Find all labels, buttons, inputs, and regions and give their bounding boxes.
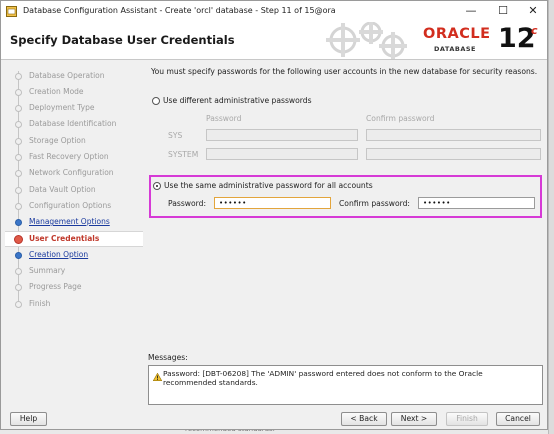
step-status-icon [15,219,22,226]
page-title: Specify Database User Credentials [10,33,235,47]
step-status-icon [15,105,22,112]
system-confirm-field[interactable] [366,148,541,160]
step-status-icon [15,252,22,259]
warning-icon [153,373,162,381]
step-status-icon [15,121,22,128]
step-status-icon [14,235,23,244]
nav-step-creation-mode: Creation Mode [5,84,143,100]
nav-step-label: Summary [29,266,66,275]
version-number: 12 [498,23,536,54]
nav-step-creation-option[interactable]: Creation Option [5,247,143,263]
maximize-button[interactable]: ☐ [489,2,517,20]
dbca-window: Database Configuration Assistant - Creat… [0,0,548,430]
nav-step-summary: Summary [5,263,143,279]
step-status-icon [15,284,22,291]
password-label: Password: [168,199,207,208]
nav-step-label: Storage Option [29,136,86,145]
nav-step-label: Deployment Type [29,103,95,112]
step-status-icon [15,89,22,96]
nav-step-user-credentials[interactable]: User Credentials [5,231,143,247]
messages-box[interactable]: Password: [DBT-06208] The 'ADMIN' passwo… [148,365,543,405]
back-button[interactable]: < Back [341,412,387,426]
step-status-icon [15,268,22,275]
next-button[interactable]: Next > [391,412,437,426]
nav-step-database-operation: Database Operation [5,68,143,84]
nav-step-configuration-options: Configuration Options [5,198,143,214]
nav-step-storage-option: Storage Option [5,133,143,149]
step-status-icon [15,203,22,210]
page-header: Specify Database User Credentials ORACLE… [1,22,547,60]
nav-step-network-configuration: Network Configuration [5,165,143,181]
nav-step-data-vault-option: Data Vault Option [5,182,143,198]
nav-step-label: Network Configuration [29,168,114,177]
step-status-icon [15,73,22,80]
intro-text: You must specify passwords for the follo… [151,67,538,76]
different-passwords-radio[interactable] [152,97,160,105]
nav-step-label: Creation Mode [29,87,84,96]
col-confirm-header: Confirm password [366,114,435,123]
sys-password-field[interactable] [206,129,358,141]
message-text: Password: [DBT-06208] The 'ADMIN' passwo… [163,369,483,387]
nav-step-fast-recovery-option: Fast Recovery Option [5,149,143,165]
system-password-field[interactable] [206,148,358,160]
nav-step-management-options[interactable]: Management Options [5,214,143,230]
oracle-logo: ORACLE [423,26,491,42]
nav-step-finish: Finish [5,296,143,312]
help-button[interactable]: Help [10,412,47,426]
nav-step-label: User Credentials [29,234,100,243]
step-status-icon [15,187,22,194]
nav-step-label: Configuration Options [29,201,112,210]
nav-step-label: Management Options [29,217,110,226]
nav-step-label: Fast Recovery Option [29,152,109,161]
nav-step-label: Finish [29,299,51,308]
step-status-icon [15,138,22,145]
nav-step-label: Database Identification [29,119,117,128]
password-input[interactable]: •••••• [214,197,331,209]
nav-step-label: Creation Option [29,250,89,259]
sys-label: SYS [168,131,183,140]
title-bar[interactable]: Database Configuration Assistant - Creat… [1,1,547,23]
oracle-database-label: DATABASE [434,45,476,53]
same-password-radio[interactable] [153,182,161,190]
nav-step-label: Progress Page [29,282,82,291]
different-passwords-label[interactable]: Use different administrative passwords [163,96,312,105]
gears-graphic-icon [326,22,407,59]
minimize-button[interactable]: — [457,2,485,20]
close-button[interactable]: ✕ [519,2,547,20]
system-label: SYSTEM [168,150,199,159]
step-navigation: Database Operation Creation Mode Deploymen… [5,65,143,385]
nav-step-label: Database Operation [29,71,105,80]
step-status-icon [15,301,22,308]
step-status-icon [15,154,22,161]
finish-button[interactable]: Finish [446,412,488,426]
background-window-edge [548,0,554,434]
nav-step-deployment-type: Deployment Type [5,100,143,116]
nav-step-label: Data Vault Option [29,185,96,194]
nav-step-progress-page: Progress Page [5,279,143,295]
nav-step-database-identification: Database Identification [5,116,143,132]
version-suffix: c [531,24,538,37]
cancel-button[interactable]: Cancel [496,412,540,426]
window-title: Database Configuration Assistant - Creat… [23,6,336,15]
step-status-icon [15,170,22,177]
app-icon [6,6,17,17]
messages-label: Messages: [148,353,188,362]
confirm-password-label: Confirm password: [339,199,410,208]
same-password-label[interactable]: Use the same administrative password for… [164,181,373,190]
confirm-password-input[interactable]: •••••• [418,197,535,209]
sys-confirm-field[interactable] [366,129,541,141]
col-password-header: Password [206,114,242,123]
